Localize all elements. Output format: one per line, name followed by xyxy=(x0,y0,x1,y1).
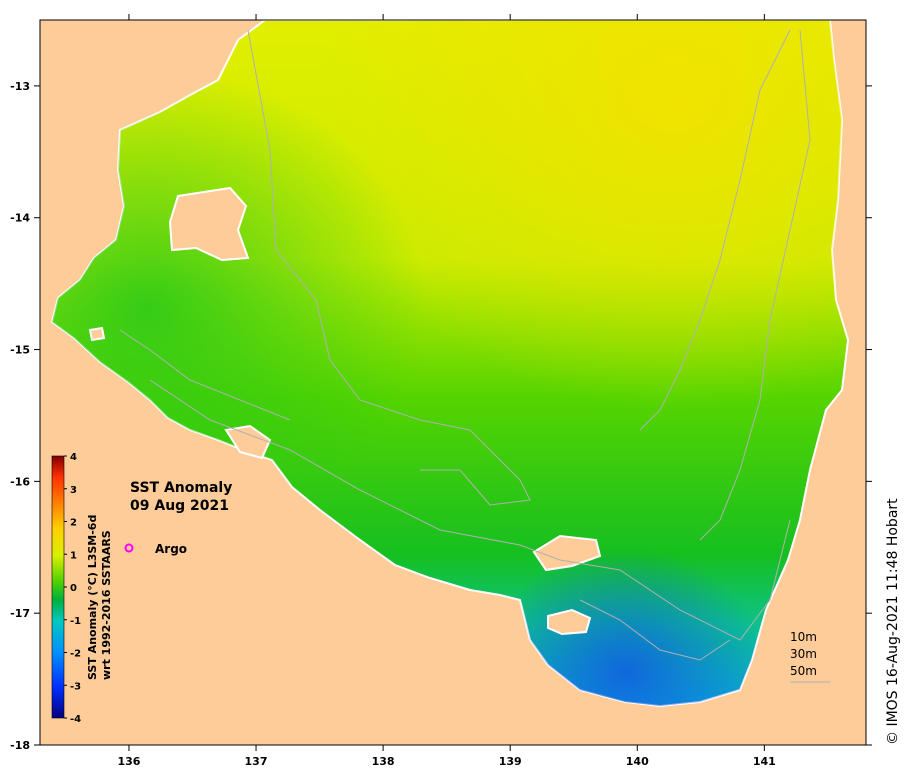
colorbar-tick-label: 1 xyxy=(70,550,77,561)
colorbar-tick-label: -1 xyxy=(70,616,81,627)
imos-credit: © IMOS 16-Aug-2021 11:48 Hobart xyxy=(885,498,901,745)
colorbar-tick-label: 2 xyxy=(70,518,77,529)
map-title-line1: SST Anomaly xyxy=(130,480,232,496)
colorbar-label-line2: wrt 1992-2016 SSTAARS xyxy=(100,530,113,680)
y-tick-label: -13 xyxy=(10,80,30,93)
x-tick-label: 140 xyxy=(626,755,649,768)
x-tick-label: 141 xyxy=(753,755,776,768)
y-tick-label: -15 xyxy=(10,344,30,357)
colorbar-tick-label: -4 xyxy=(70,714,81,725)
colorbar-label-line1: SST Anomaly (°C) L3SM-6d xyxy=(86,515,99,680)
x-tick-label: 136 xyxy=(117,755,140,768)
colorbar-tick-label: 3 xyxy=(70,485,77,496)
argo-legend-label: Argo xyxy=(155,542,187,556)
y-tick-label: -14 xyxy=(10,212,30,225)
y-tick-label: -18 xyxy=(10,739,30,752)
y-tick-label: -17 xyxy=(10,607,30,620)
y-tick-label: -16 xyxy=(10,475,30,488)
depth-label-10m: 10m xyxy=(790,630,817,644)
x-tick-label: 137 xyxy=(245,755,268,768)
map-title-line2: 09 Aug 2021 xyxy=(130,498,229,514)
depth-label-30m: 30m xyxy=(790,647,817,661)
colorbar-tick-label: -3 xyxy=(70,681,81,692)
colorbar xyxy=(51,455,65,719)
colorbar-tick-label: 4 xyxy=(70,452,77,463)
colorbar-tick-label: -2 xyxy=(70,649,81,660)
depth-label-50m: 50m xyxy=(790,664,817,678)
sst-map: 136 137 138 139 140 141 -13-14-15-16-17-18 SS… xyxy=(10,14,872,768)
x-tick-label: 139 xyxy=(499,755,522,768)
colorbar-tick-label: 0 xyxy=(70,583,77,594)
x-tick-label: 138 xyxy=(372,755,395,768)
